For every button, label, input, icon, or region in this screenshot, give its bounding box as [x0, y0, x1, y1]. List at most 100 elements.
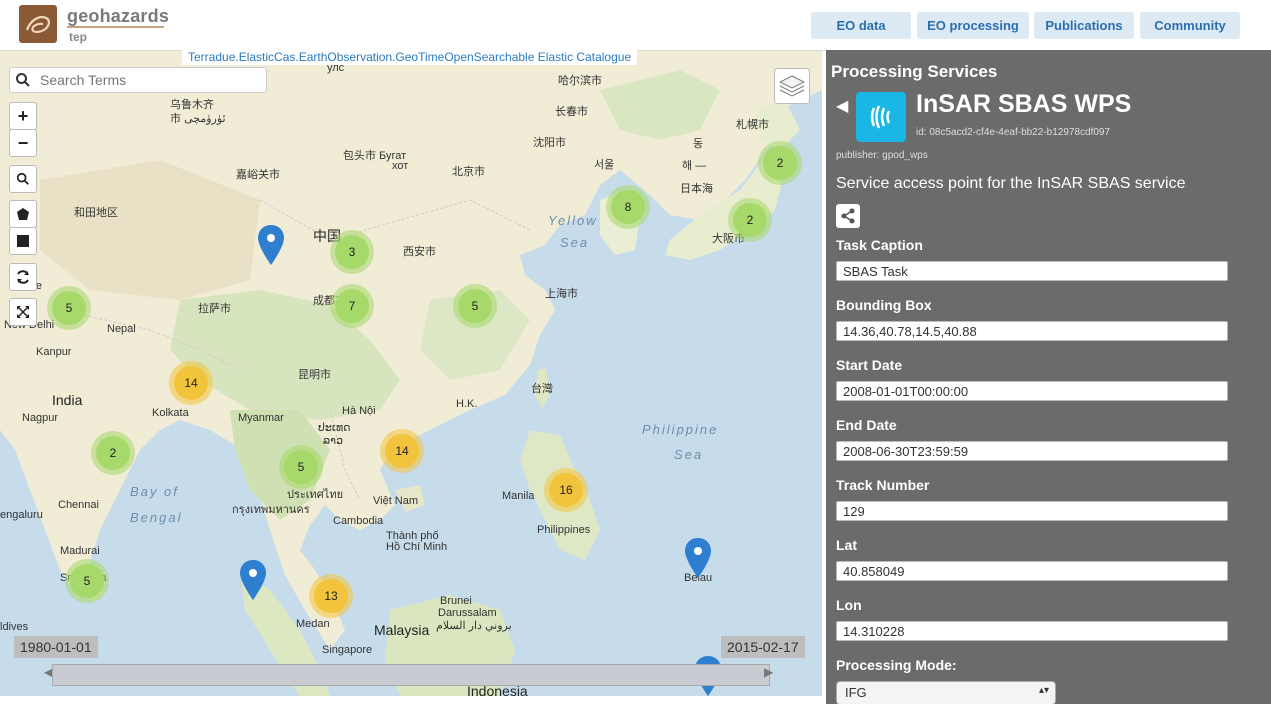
cluster-marker[interactable]: 7: [335, 289, 369, 323]
place-label: 동: [693, 138, 704, 150]
search-box[interactable]: [9, 67, 267, 93]
place-label: Singapore: [322, 644, 373, 656]
place-label: Madurai: [60, 545, 100, 557]
timeline-right-handle[interactable]: ▶: [764, 665, 773, 679]
search-icon: [16, 172, 29, 185]
task-caption-label: Task Caption: [836, 237, 923, 253]
lon-label: Lon: [836, 597, 862, 613]
cluster-marker[interactable]: 2: [96, 436, 130, 470]
place-label: 拉萨市: [198, 303, 231, 315]
zoom-out-button[interactable]: −: [9, 129, 37, 157]
share-icon: [841, 208, 855, 224]
brand-underline: [67, 26, 164, 28]
nav-community[interactable]: Community: [1140, 12, 1240, 39]
place-label: Hà Nội: [342, 405, 376, 417]
cluster-marker[interactable]: 5: [284, 450, 318, 484]
sea-label: Sea: [674, 447, 704, 462]
processing-mode-value: IFG: [845, 685, 867, 700]
brand-sub: tep: [69, 30, 87, 44]
cluster-marker[interactable]: 14: [385, 434, 419, 468]
place-label: Cambodia: [333, 515, 384, 527]
brand-name: geohazards: [67, 6, 170, 26]
sea-label: Bengal: [130, 510, 183, 525]
search-icon: [16, 73, 30, 87]
place-label: 昆明市: [298, 369, 331, 381]
fullscreen-button[interactable]: [9, 298, 37, 326]
select-arrows-icon: ▴▾: [1038, 685, 1049, 696]
service-icon: [856, 92, 906, 142]
cluster-marker[interactable]: 2: [733, 203, 767, 237]
place-label: 台灣: [531, 383, 553, 395]
cluster-marker[interactable]: 3: [335, 235, 369, 269]
place-label: 嘉峪关市: [236, 169, 280, 181]
sea-label: Sea: [560, 235, 590, 250]
draw-polygon-button[interactable]: [9, 200, 37, 228]
map-view[interactable]: улс 哈尔滨市 长春市 札幌市 乌鲁木齐 市 ئۈرۈمچی 沈阳市 包头市 …: [0, 50, 822, 696]
nav-eo-data[interactable]: EO data: [811, 12, 911, 39]
place-label: 上海市: [545, 288, 578, 300]
task-caption-input[interactable]: [836, 261, 1228, 281]
timeline-slider[interactable]: [52, 664, 770, 686]
place-label: Chennai: [58, 499, 99, 511]
cluster-marker[interactable]: 5: [52, 291, 86, 325]
cluster-marker[interactable]: 2: [763, 146, 797, 180]
end-date-label: End Date: [836, 417, 897, 433]
cluster-marker[interactable]: 14: [174, 366, 208, 400]
date-end: 2015-02-17: [721, 636, 805, 658]
date-start: 1980-01-01: [14, 636, 98, 658]
catalog-label[interactable]: Terradue.ElasticCas.EarthObservation.Geo…: [182, 50, 638, 65]
cluster-marker[interactable]: 16: [549, 473, 583, 507]
zoom-search-button[interactable]: [9, 165, 37, 193]
place-label: хот: [392, 160, 409, 172]
start-date-input[interactable]: [836, 381, 1228, 401]
track-number-label: Track Number: [836, 477, 930, 493]
place-label: Hồ Chí Minh: [386, 541, 448, 553]
place-label: Nepal: [107, 323, 136, 335]
place-label: 서울: [594, 159, 615, 171]
map-pin-icon[interactable]: [258, 225, 284, 265]
place-label: Manila: [502, 490, 535, 502]
share-button[interactable]: [836, 204, 860, 228]
place-label: 해 —: [682, 160, 707, 172]
place-label: Kanpur: [36, 346, 72, 358]
place-label: ລາວ: [323, 435, 344, 447]
bounding-box-input[interactable]: [836, 321, 1228, 341]
place-label: 和田地区: [74, 207, 118, 219]
cluster-marker[interactable]: 5: [458, 289, 492, 323]
zoom-in-button[interactable]: +: [9, 102, 37, 130]
place-label: 札幌市: [736, 119, 769, 131]
place-label: Kolkata: [152, 407, 189, 419]
refresh-button[interactable]: [9, 263, 37, 291]
bounding-box-label: Bounding Box: [836, 297, 932, 313]
lat-label: Lat: [836, 537, 857, 553]
place-label: Việt Nam: [373, 495, 419, 507]
wave-signal-icon: [870, 105, 891, 129]
cluster-marker[interactable]: 8: [611, 190, 645, 224]
lat-input[interactable]: [836, 561, 1228, 581]
layers-button[interactable]: [774, 68, 810, 104]
lon-input[interactable]: [836, 621, 1228, 641]
place-label: Philippines: [537, 524, 591, 536]
geohazards-logo[interactable]: [19, 5, 57, 43]
place-label: Nagpur: [22, 412, 59, 424]
map-pin-icon[interactable]: [685, 538, 711, 578]
nav-eo-processing[interactable]: EO processing: [917, 12, 1029, 39]
cluster-marker[interactable]: 5: [70, 564, 104, 598]
place-label: India: [52, 392, 83, 408]
track-number-input[interactable]: [836, 501, 1228, 521]
search-input[interactable]: [38, 70, 262, 90]
place-label: Medan: [296, 618, 330, 630]
place-label: engaluru: [0, 509, 43, 521]
end-date-input[interactable]: [836, 441, 1228, 461]
square-icon: [17, 235, 29, 247]
chevron-left-icon[interactable]: ◀: [836, 96, 848, 116]
draw-box-button[interactable]: [9, 227, 37, 255]
cluster-marker[interactable]: 13: [314, 579, 348, 613]
processing-mode-select[interactable]: IFG ▴▾: [836, 681, 1056, 704]
start-date-label: Start Date: [836, 357, 903, 373]
layers-icon: [779, 75, 805, 97]
expand-icon: [17, 306, 29, 318]
place-label: กรุงเทพมหานคร: [232, 504, 310, 516]
map-pin-icon[interactable]: [240, 560, 266, 600]
nav-publications[interactable]: Publications: [1034, 12, 1134, 39]
